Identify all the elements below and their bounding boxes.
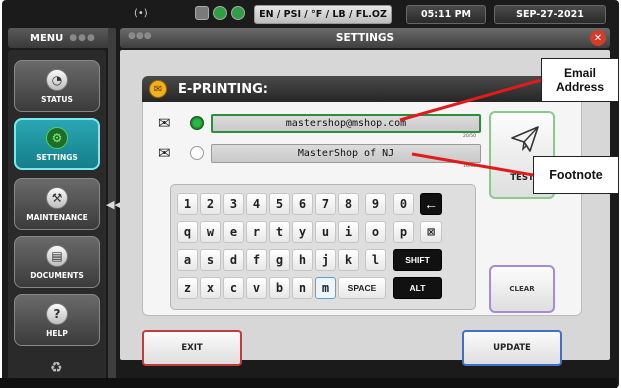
key-5[interactable]: 5 bbox=[269, 193, 290, 215]
sidebar-item-settings[interactable]: ⚙ SETTINGS bbox=[14, 118, 100, 170]
key-t[interactable]: t bbox=[269, 221, 290, 243]
footer-strip bbox=[0, 378, 617, 388]
key-a[interactable]: a bbox=[177, 249, 198, 271]
key-8[interactable]: 8 bbox=[338, 193, 359, 215]
recycle-icon[interactable]: ♻ bbox=[50, 360, 63, 376]
sidebar: ◔ STATUS ⚙ SETTINGS ⚒ MAINTENANCE ▤ DOCU… bbox=[8, 50, 106, 380]
key-y[interactable]: y bbox=[292, 221, 313, 243]
space-key[interactable]: SPACE bbox=[338, 277, 386, 299]
footnote-char-count: 16/50 bbox=[463, 164, 476, 169]
footnote-radio[interactable] bbox=[190, 146, 204, 160]
shift-key[interactable]: SHIFT bbox=[393, 249, 442, 271]
sidebar-item-label: MAINTENANCE bbox=[26, 212, 88, 222]
backspace-key[interactable]: ← bbox=[420, 193, 442, 215]
email-radio[interactable] bbox=[190, 116, 204, 130]
exit-button-label: EXIT bbox=[181, 343, 203, 353]
sidebar-item-label: STATUS bbox=[41, 94, 73, 104]
clear-button-label: CLEAR bbox=[509, 285, 535, 293]
email-add-icon: ✉ bbox=[158, 114, 171, 132]
sidebar-item-label: HELP bbox=[46, 328, 68, 338]
key-w[interactable]: w bbox=[200, 221, 221, 243]
key-d[interactable]: d bbox=[223, 249, 244, 271]
key-o[interactable]: o bbox=[365, 221, 386, 243]
key-e[interactable]: e bbox=[223, 221, 244, 243]
paper-plane-icon bbox=[511, 126, 539, 152]
key-x[interactable]: x bbox=[200, 277, 221, 299]
key-9[interactable]: 9 bbox=[365, 193, 386, 215]
email-char-count: 20/50 bbox=[463, 134, 476, 139]
callout-footnote: Footnote bbox=[533, 156, 619, 194]
footnote-edit-icon: ✉ bbox=[158, 144, 171, 162]
key-u[interactable]: u bbox=[315, 221, 336, 243]
key-v[interactable]: v bbox=[246, 277, 267, 299]
key-s[interactable]: s bbox=[200, 249, 221, 271]
key-k[interactable]: k bbox=[338, 249, 359, 271]
exit-button[interactable]: EXIT bbox=[142, 330, 242, 366]
menu-label: MENU bbox=[30, 32, 64, 44]
key-c[interactable]: c bbox=[223, 277, 244, 299]
key-z[interactable]: z bbox=[177, 277, 198, 299]
network-status-icon bbox=[213, 6, 227, 20]
key-i[interactable]: i bbox=[338, 221, 359, 243]
backspace-arrow-icon: ← bbox=[424, 196, 438, 212]
key-q[interactable]: q bbox=[177, 221, 198, 243]
gear-icon: ⚙ bbox=[46, 126, 68, 149]
key-r[interactable]: r bbox=[246, 221, 267, 243]
wireless-signal-icon: (•) bbox=[134, 8, 148, 19]
close-icon[interactable]: ✕ bbox=[590, 30, 606, 46]
tools-icon: ⚒ bbox=[46, 186, 68, 209]
footnote-field[interactable]: MasterShop of NJ bbox=[211, 144, 481, 163]
key-j[interactable]: j bbox=[315, 249, 336, 271]
sidebar-item-label: SETTINGS bbox=[36, 152, 78, 162]
document-icon: ▤ bbox=[46, 244, 68, 267]
sidebar-item-label: DOCUMENTS bbox=[30, 270, 84, 280]
key-7[interactable]: 7 bbox=[315, 193, 336, 215]
key-b[interactable]: b bbox=[269, 277, 290, 299]
eprinting-badge-icon: ✉ bbox=[149, 80, 167, 98]
sidebar-item-maintenance[interactable]: ⚒ MAINTENANCE bbox=[14, 178, 100, 230]
status-icons bbox=[195, 6, 245, 20]
key-4[interactable]: 4 bbox=[246, 193, 267, 215]
key-6[interactable]: 6 bbox=[292, 193, 313, 215]
window-title: SETTINGS bbox=[335, 32, 395, 44]
status-icon: ◔ bbox=[46, 68, 68, 91]
units-selector[interactable]: EN / PSI / °F / LB / FL.OZ bbox=[254, 5, 392, 24]
key-3[interactable]: 3 bbox=[223, 193, 244, 215]
menu-dots-icon: ●●● bbox=[69, 33, 96, 43]
update-button[interactable]: UPDATE bbox=[462, 330, 562, 366]
users-status-icon bbox=[231, 6, 245, 20]
window-dots-icon: ●●● bbox=[128, 31, 152, 41]
window-titlebar: ●●● SETTINGS ✕ bbox=[120, 28, 610, 48]
key-h[interactable]: h bbox=[292, 249, 313, 271]
printer-status-icon bbox=[195, 6, 209, 20]
key-m[interactable]: m bbox=[315, 277, 336, 299]
sidebar-item-help[interactable]: ? HELP bbox=[14, 294, 100, 346]
clock-date: SEP-27-2021 bbox=[494, 5, 606, 24]
callout-email-address: Email Address bbox=[541, 58, 619, 102]
delete-key[interactable]: ⊠ bbox=[420, 221, 442, 243]
alt-key[interactable]: ALT bbox=[393, 277, 442, 299]
update-button-label: UPDATE bbox=[493, 343, 531, 353]
key-n[interactable]: n bbox=[292, 277, 313, 299]
test-button-label: TEST bbox=[510, 173, 534, 183]
clock-time: 05:11 PM bbox=[406, 5, 486, 24]
status-bar: (•) EN / PSI / °F / LB / FL.OZ 05:11 PM … bbox=[0, 4, 617, 26]
email-field[interactable]: mastershop@mshop.com bbox=[211, 114, 481, 133]
help-icon: ? bbox=[46, 302, 68, 325]
key-1[interactable]: 1 bbox=[177, 193, 198, 215]
menu-header: MENU ●●● bbox=[8, 28, 112, 48]
key-g[interactable]: g bbox=[269, 249, 290, 271]
clear-button[interactable]: CLEAR bbox=[489, 265, 555, 313]
sidebar-item-documents[interactable]: ▤ DOCUMENTS bbox=[14, 236, 100, 288]
key-l[interactable]: l bbox=[365, 249, 386, 271]
sidebar-item-status[interactable]: ◔ STATUS bbox=[14, 60, 100, 112]
delete-box-icon: ⊠ bbox=[427, 224, 435, 240]
key-p[interactable]: p bbox=[393, 221, 414, 243]
eprinting-header: E-PRINTING: bbox=[142, 76, 582, 102]
onscreen-keyboard: 1 2 3 4 5 6 7 8 9 0 ← q w e r t y u i o … bbox=[170, 184, 476, 310]
key-f[interactable]: f bbox=[246, 249, 267, 271]
key-2[interactable]: 2 bbox=[200, 193, 221, 215]
eprinting-title: E-PRINTING: bbox=[178, 81, 268, 97]
key-0[interactable]: 0 bbox=[393, 193, 414, 215]
